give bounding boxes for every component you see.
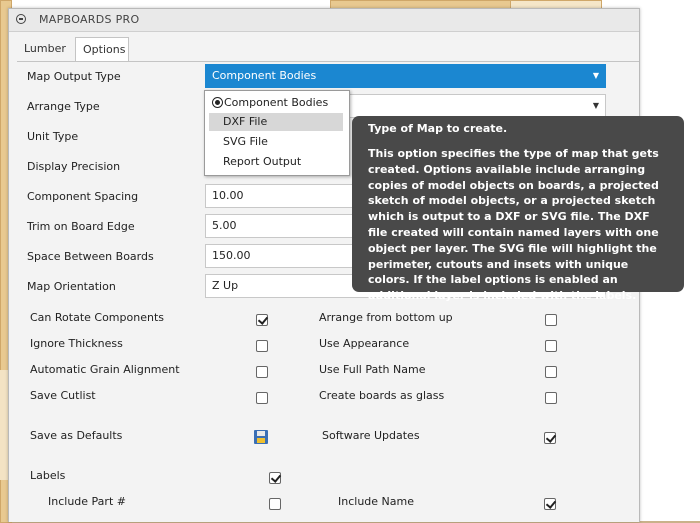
full-path-label: Use Full Path Name — [319, 363, 426, 376]
include-name-checkbox[interactable] — [544, 498, 556, 510]
collapse-icon[interactable] — [16, 14, 26, 24]
include-part-checkbox[interactable] — [269, 498, 281, 510]
trim-on-board-edge-label: Trim on Board Edge — [27, 220, 135, 233]
save-defaults-label: Save as Defaults — [30, 429, 123, 442]
save-cutlist-label: Save Cutlist — [30, 389, 96, 402]
ignore-thickness-label: Ignore Thickness — [30, 337, 123, 350]
dropdown-option-svg-file[interactable]: SVG File — [209, 133, 343, 151]
panel-titlebar: MAPBOARDS PRO — [9, 9, 639, 32]
map-orientation-label: Map Orientation — [27, 280, 116, 293]
save-cutlist-checkbox[interactable] — [256, 392, 268, 404]
include-part-label: Include Part # — [48, 495, 126, 508]
chevron-down-icon: ▼ — [592, 71, 599, 80]
use-appearance-checkbox[interactable] — [545, 340, 557, 352]
panel-title: MAPBOARDS PRO — [39, 13, 140, 26]
floppy-disk-icon[interactable] — [254, 430, 268, 444]
boards-glass-checkbox[interactable] — [545, 392, 557, 404]
labels-label: Labels — [30, 469, 66, 482]
radio-selected-icon — [212, 97, 223, 108]
software-updates-checkbox[interactable] — [544, 432, 556, 444]
tab-options[interactable]: Options — [75, 37, 129, 61]
boards-glass-label: Create boards as glass — [319, 389, 445, 402]
software-updates-label: Software Updates — [322, 429, 420, 442]
chevron-down-icon: ▼ — [592, 101, 599, 110]
labels-checkbox[interactable] — [269, 472, 281, 484]
help-tooltip: Type of Map to create. This option speci… — [352, 116, 684, 302]
display-precision-label: Display Precision — [27, 160, 121, 173]
map-output-type-dropdown: Component Bodies DXF File SVG File Repor… — [204, 90, 350, 176]
full-path-checkbox[interactable] — [545, 366, 557, 378]
dropdown-option-label: Component Bodies — [224, 96, 329, 109]
arrange-type-label: Arrange Type — [27, 100, 100, 113]
auto-grain-label: Automatic Grain Alignment — [30, 363, 180, 376]
unit-type-label: Unit Type — [27, 130, 79, 143]
use-appearance-label: Use Appearance — [319, 337, 410, 350]
can-rotate-label: Can Rotate Components — [30, 311, 164, 324]
dropdown-option-dxf-file[interactable]: DXF File — [209, 113, 343, 131]
can-rotate-checkbox[interactable] — [256, 314, 268, 326]
arrange-bottom-label: Arrange from bottom up — [319, 311, 453, 324]
tooltip-body: This option specifies the type of map th… — [368, 147, 659, 303]
space-between-boards-label: Space Between Boards — [27, 250, 154, 263]
map-output-type-label: Map Output Type — [27, 70, 121, 83]
dropdown-option-component-bodies[interactable]: Component Bodies — [209, 94, 343, 112]
arrange-bottom-checkbox[interactable] — [545, 314, 557, 326]
map-output-type-select[interactable]: Component Bodies ▼ — [205, 64, 606, 88]
tooltip-title: Type of Map to create. — [368, 122, 508, 135]
tab-divider — [17, 61, 639, 62]
auto-grain-checkbox[interactable] — [256, 366, 268, 378]
tab-lumber[interactable]: Lumber — [17, 37, 75, 61]
dropdown-option-report-output[interactable]: Report Output — [209, 153, 343, 171]
include-name-label: Include Name — [338, 495, 414, 508]
ignore-thickness-checkbox[interactable] — [256, 340, 268, 352]
component-spacing-label: Component Spacing — [27, 190, 139, 203]
map-output-type-value: Component Bodies — [212, 69, 317, 82]
